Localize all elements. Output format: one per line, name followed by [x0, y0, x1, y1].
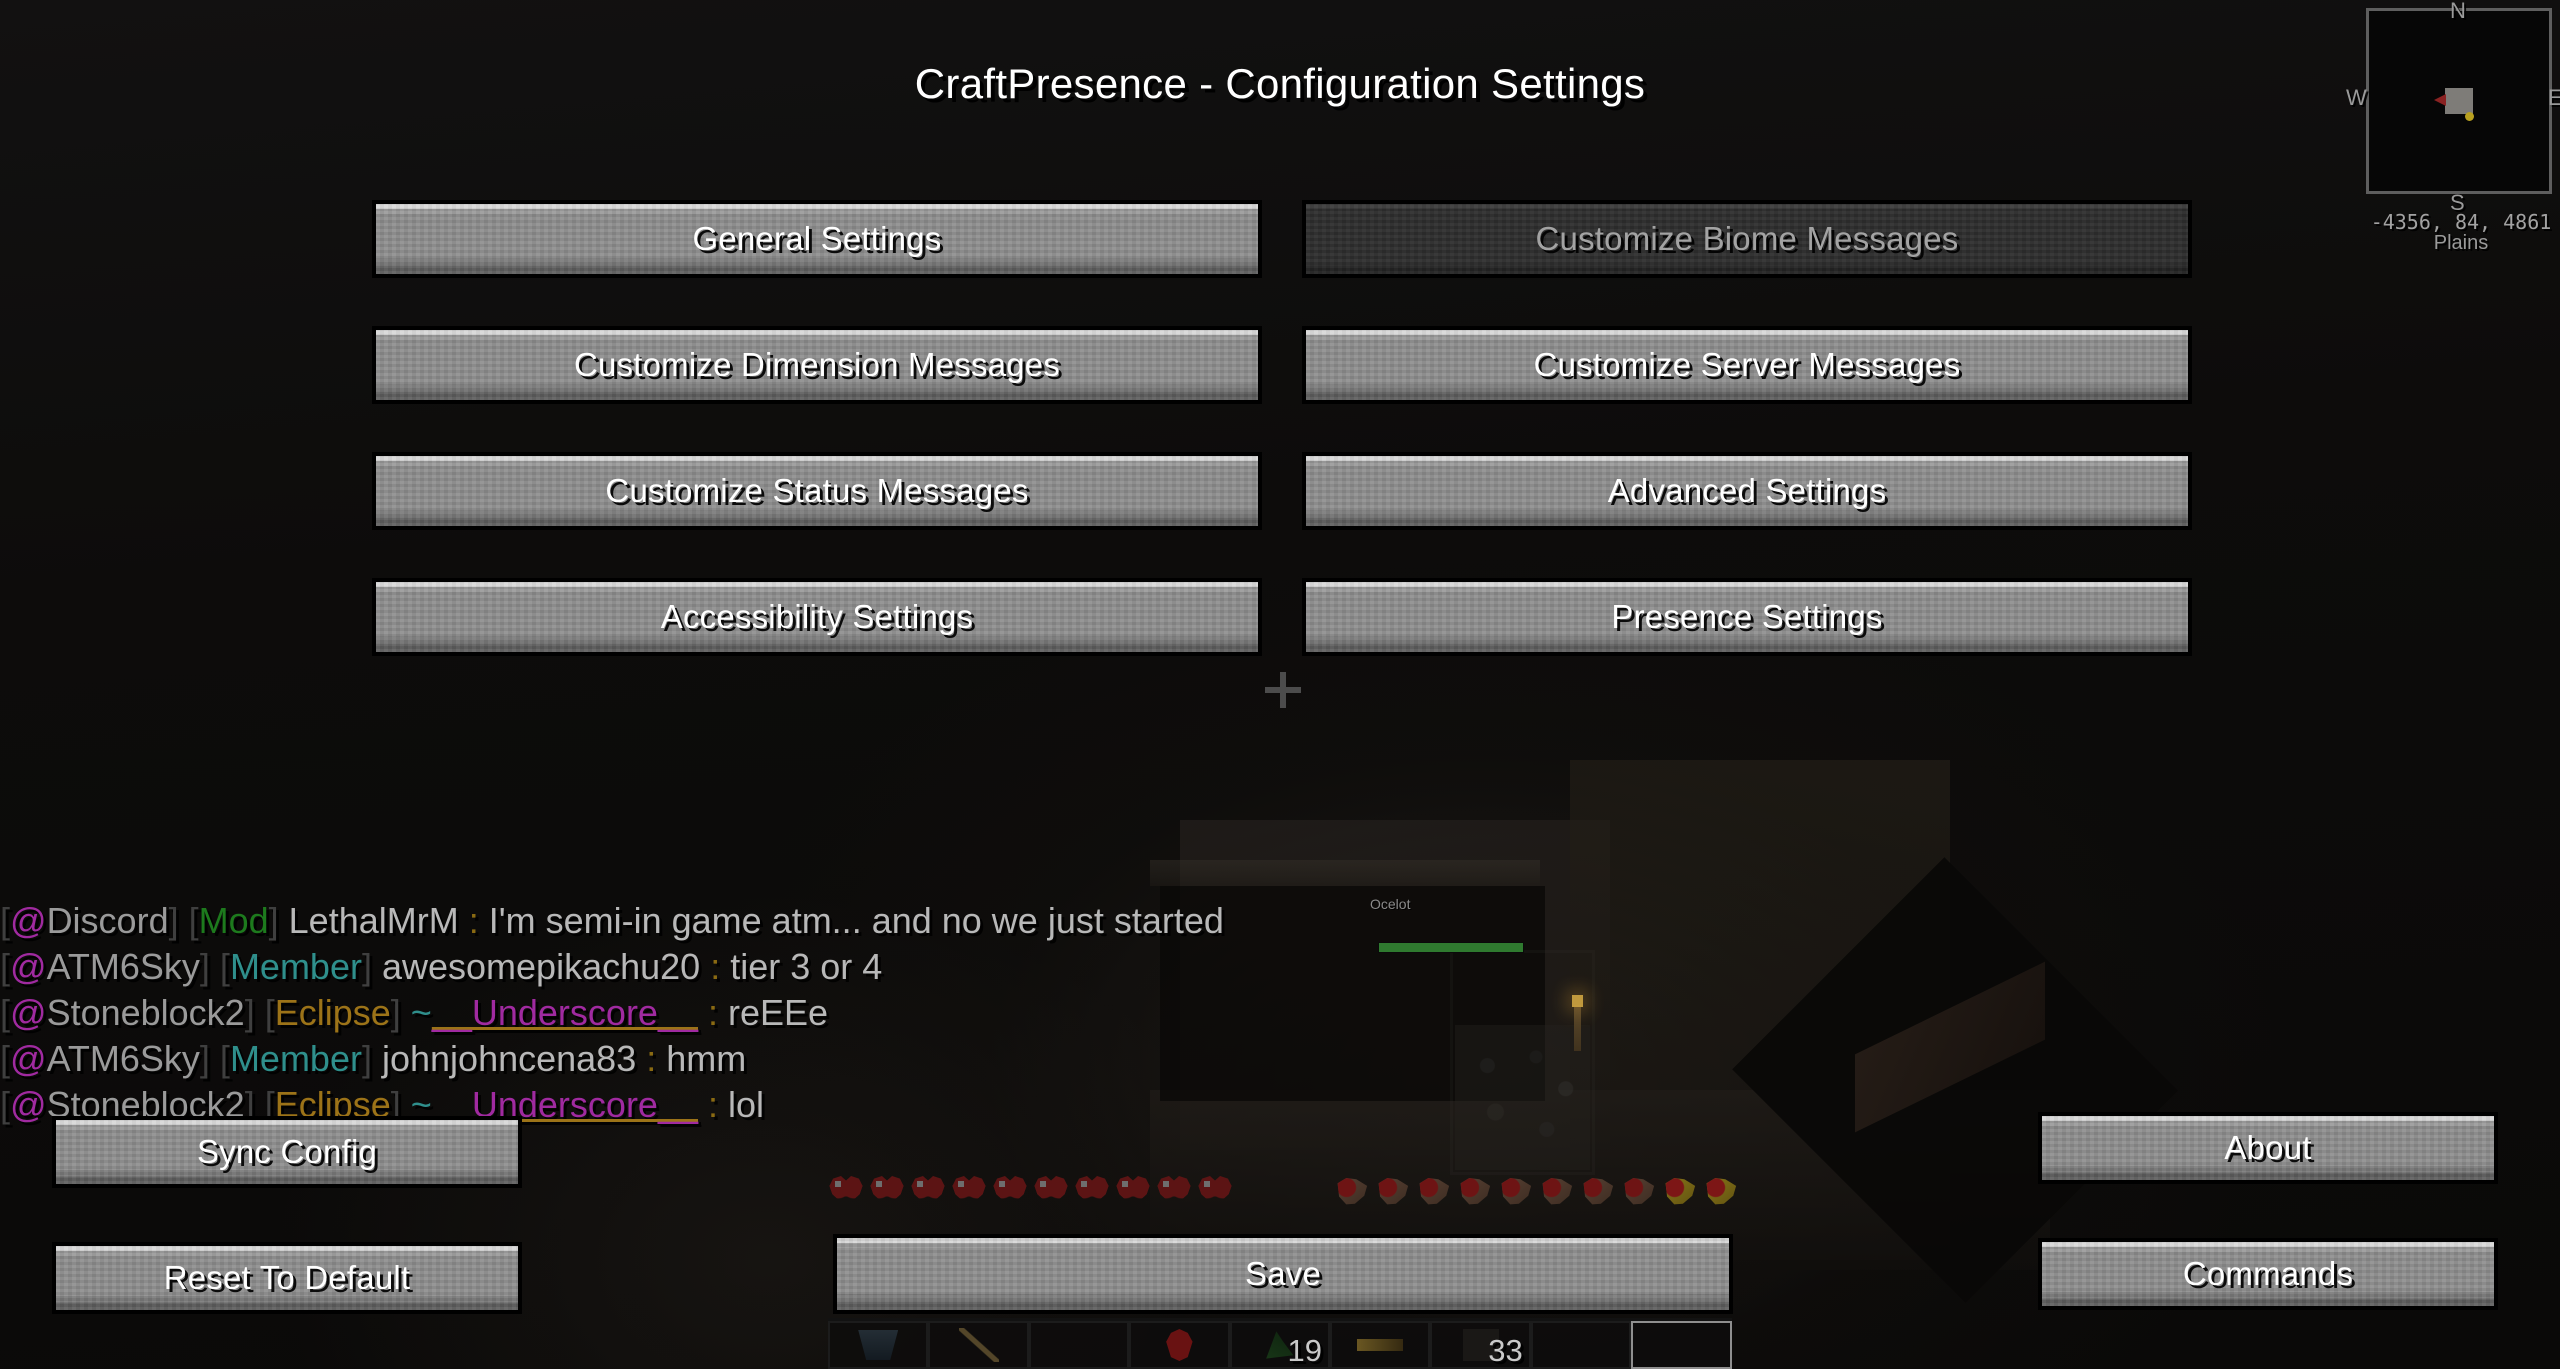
heart-icon: [911, 1176, 945, 1208]
hunger-icon: [1337, 1177, 1368, 1205]
hotbar-slot[interactable]: [1530, 1321, 1632, 1369]
minecraft-game-screen: Ocelot CraftPresence - Configuration Set…: [0, 0, 2560, 1369]
tool-item-icon: [958, 1328, 999, 1362]
hotbar-slot[interactable]: [1129, 1321, 1230, 1369]
heart-icon: [829, 1176, 863, 1208]
hotbar-slot[interactable]: [828, 1321, 929, 1369]
hunger-icon: [1419, 1177, 1450, 1205]
hunger-icon: [1706, 1177, 1737, 1205]
hotbar-slot[interactable]: [1631, 1321, 1732, 1369]
hotbar[interactable]: 19 33: [828, 1318, 1732, 1369]
minimap-biome-label: Plains: [2433, 232, 2489, 254]
presence-settings-button[interactable]: Presence Settings: [1302, 578, 2192, 656]
heart-icon: [952, 1176, 986, 1208]
sync-config-button[interactable]: Sync Config: [52, 1116, 522, 1188]
foreground-block-face: [1855, 961, 2045, 1133]
heart-icon: [1157, 1176, 1191, 1208]
chat-message: [@Stoneblock2] [Eclipse] ~__Underscore__…: [0, 992, 829, 1033]
hunger-icon: [1378, 1177, 1409, 1205]
customize-biome-messages-button: Customize Biome Messages: [1302, 200, 2192, 278]
hunger-icon: [1583, 1177, 1614, 1205]
commands-button[interactable]: Commands: [2038, 1238, 2498, 1310]
advanced-settings-button[interactable]: Advanced Settings: [1302, 452, 2192, 530]
stone-ledge: [1150, 860, 1540, 886]
heart-icon: [993, 1176, 1027, 1208]
apple-item-icon: [1166, 1329, 1193, 1361]
hunger-icon: [1542, 1177, 1573, 1205]
hotbar-slot[interactable]: 33: [1430, 1321, 1531, 1369]
heart-icon: [1075, 1176, 1109, 1208]
compass-east: E: [2548, 85, 2560, 110]
save-button[interactable]: Save: [833, 1234, 1733, 1314]
customize-server-messages-button[interactable]: Customize Server Messages: [1302, 326, 2192, 404]
minimap[interactable]: [2366, 8, 2552, 194]
reset-to-default-button[interactable]: Reset To Default: [52, 1242, 522, 1314]
page-title: CraftPresence - Configuration Settings: [914, 60, 1646, 107]
hunger-icon: [1501, 1177, 1532, 1205]
hunger-bar: [1334, 1176, 1754, 1212]
minimap-player-marker: [2434, 88, 2474, 121]
about-button[interactable]: About: [2038, 1112, 2498, 1184]
hunger-icon: [1460, 1177, 1491, 1205]
crosshair-icon: [1265, 672, 1301, 708]
customize-status-messages-button[interactable]: Customize Status Messages: [372, 452, 1262, 530]
heart-icon: [1198, 1176, 1232, 1208]
item-count: 19: [1287, 1333, 1322, 1368]
hotbar-slot[interactable]: [1028, 1321, 1130, 1369]
hotbar-slot[interactable]: [1329, 1321, 1431, 1369]
heart-icon: [870, 1176, 904, 1208]
minimap-coordinates: -4356, 84, 4861: [2370, 210, 2552, 234]
chat-log: [@Discord] [Mod] LethalMrM : I'm semi-in…: [0, 898, 1600, 1128]
heart-icon: [1116, 1176, 1150, 1208]
compass-north: N: [2450, 0, 2466, 23]
chat-message: [@ATM6Sky] [Member] johnjohncena83 : hmm: [0, 1038, 747, 1079]
foreground-block: [1732, 857, 2178, 1303]
hunger-icon: [1665, 1177, 1696, 1205]
armor-item-icon: [858, 1330, 899, 1360]
item-count: 33: [1488, 1333, 1523, 1368]
general-settings-button[interactable]: General Settings: [372, 200, 1262, 278]
stick-item-icon: [1357, 1339, 1404, 1351]
hotbar-slot[interactable]: 19: [1229, 1321, 1330, 1369]
hotbar-slot[interactable]: [928, 1321, 1029, 1369]
chat-message: [@Discord] [Mod] LethalMrM : I'm semi-in…: [0, 900, 1224, 941]
hunger-icon: [1624, 1177, 1655, 1205]
accessibility-settings-button[interactable]: Accessibility Settings: [372, 578, 1262, 656]
heart-icon: [1034, 1176, 1068, 1208]
health-bar: [828, 1176, 1248, 1212]
customize-dimension-messages-button[interactable]: Customize Dimension Messages: [372, 326, 1262, 404]
chat-message: [@ATM6Sky] [Member] awesomepikachu20 : t…: [0, 946, 883, 987]
compass-west: W: [2346, 85, 2367, 110]
